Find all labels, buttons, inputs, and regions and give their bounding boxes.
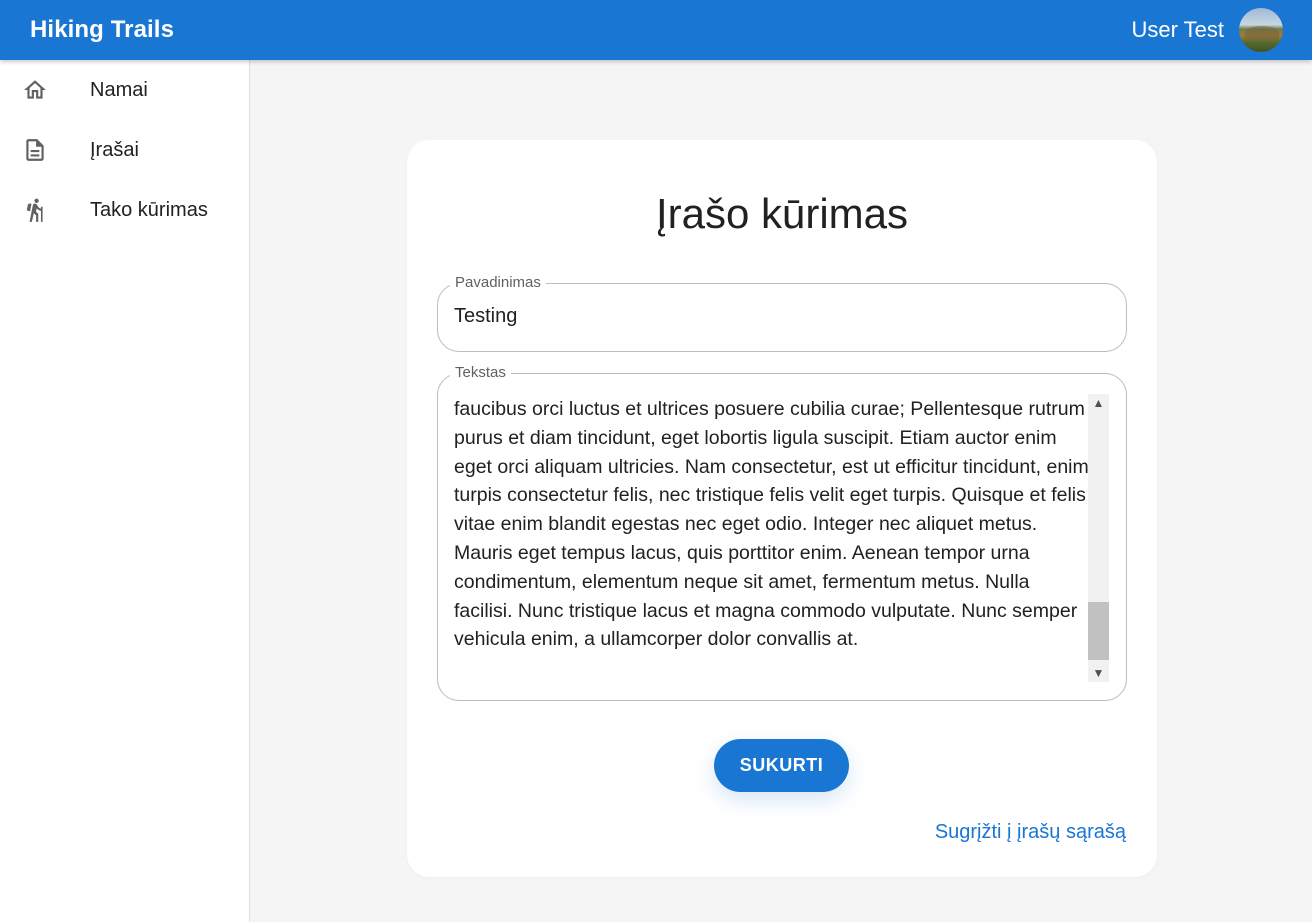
chevron-down-icon[interactable]: ▼ [1088, 664, 1109, 682]
sidebar: Namai Įrašai Tako kūrimas [0, 60, 250, 922]
text-scrollbar[interactable]: ▲ ▼ [1088, 394, 1109, 682]
hiker-icon [22, 197, 48, 223]
avatar[interactable] [1239, 8, 1283, 52]
sidebar-item-label: Įrašai [90, 138, 139, 161]
page-title: Įrašo kūrimas [655, 190, 909, 237]
app-title[interactable]: Hiking Trails [30, 16, 174, 44]
chevron-up-icon[interactable]: ▲ [1088, 394, 1109, 412]
name-field-label: Pavadinimas [450, 274, 546, 292]
submit-button[interactable]: SUKURTI [714, 739, 849, 792]
home-icon [22, 77, 48, 103]
back-to-list-link[interactable]: Sugrįžti į įrašų sąrašą [935, 821, 1126, 844]
sidebar-item-label: Tako kūrimas [90, 198, 208, 221]
document-icon [22, 137, 48, 163]
name-field[interactable]: Pavadinimas Testing [437, 274, 1127, 352]
name-input[interactable]: Testing [454, 305, 1104, 328]
sidebar-item-home[interactable]: Namai [0, 60, 249, 120]
user-name: User Test [1131, 17, 1224, 42]
scroll-thumb[interactable] [1088, 602, 1109, 660]
app-bar: Hiking Trails User Test [0, 0, 1312, 60]
text-field-label: Tekstas [450, 364, 511, 382]
sidebar-item-label: Namai [90, 78, 148, 101]
sidebar-item-posts[interactable]: Įrašai [0, 120, 249, 180]
text-field[interactable]: Tekstas faucibus orci luctus et ultrices… [437, 364, 1127, 701]
sidebar-item-trail-creation[interactable]: Tako kūrimas [0, 180, 249, 240]
user-menu[interactable]: User Test [1131, 8, 1283, 52]
text-area[interactable]: faucibus orci luctus et ultrices posuere… [454, 395, 1090, 685]
